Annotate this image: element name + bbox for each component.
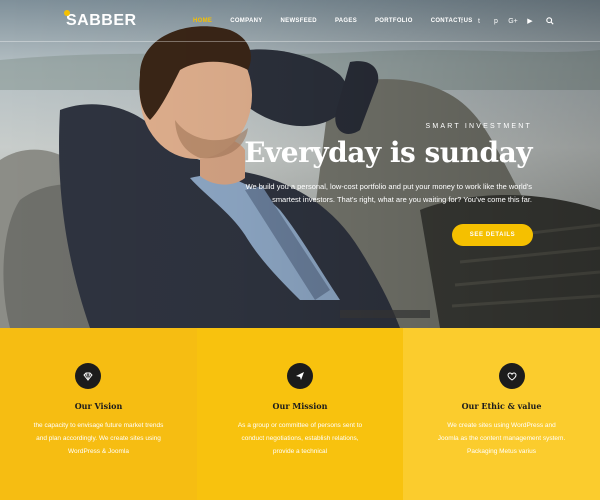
nav-item-newsfeed[interactable]: NEWSFEED [281,18,317,24]
hero-eyebrow: SMART INVESTMENT [425,123,532,130]
feature-ethic-title: Our Ethic & value [461,401,542,411]
search-icon[interactable] [546,17,554,25]
youtube-icon[interactable]: ▶ [526,17,534,25]
main-nav: HOME COMPANY NEWSFEED PAGES PORTFOLIO CO… [193,0,491,42]
feature-vision-text: the capacity to envisage future market t… [33,422,164,455]
pinterest-icon[interactable]: p [492,17,500,25]
feature-mission: Our Mission As a group or committee of p… [197,328,403,500]
nav-item-portfolio[interactable]: PORTFOLIO [375,18,413,24]
social-links: f t p G+ ▶ [458,0,554,42]
site-header: SABBER HOME COMPANY NEWSFEED PAGES PORTF… [0,0,600,42]
hero-section: SABBER HOME COMPANY NEWSFEED PAGES PORTF… [0,0,600,328]
site-logo[interactable]: SABBER [64,10,137,30]
see-details-button[interactable]: SEE DETAILS [452,224,533,246]
heart-icon [499,363,525,389]
logo-dot-icon [64,10,70,16]
diamond-icon [75,363,101,389]
facebook-icon[interactable]: f [458,17,466,25]
feature-mission-title: Our Mission [272,401,328,411]
nav-item-pages[interactable]: PAGES [335,18,357,24]
nav-item-company[interactable]: COMPANY [230,18,262,24]
hero-description: We build you a personal, low-cost portfo… [245,182,532,204]
feature-mission-text: As a group or committee of persons sent … [237,422,363,455]
nav-item-home[interactable]: HOME [193,18,212,24]
features-section: Our Vision the capacity to envisage futu… [0,328,600,500]
feature-ethic: Our Ethic & value We create sites using … [403,328,600,500]
twitter-icon[interactable]: t [475,17,483,25]
google-plus-icon[interactable]: G+ [508,17,518,25]
feature-ethic-text: We create sites using WordPress and Joom… [437,422,566,455]
paper-plane-icon [287,363,313,389]
hero-title: Everyday is sunday [244,136,532,169]
feature-vision: Our Vision the capacity to envisage futu… [0,328,197,500]
logo-text: SABBER [66,12,137,29]
feature-vision-title: Our Vision [74,401,123,411]
